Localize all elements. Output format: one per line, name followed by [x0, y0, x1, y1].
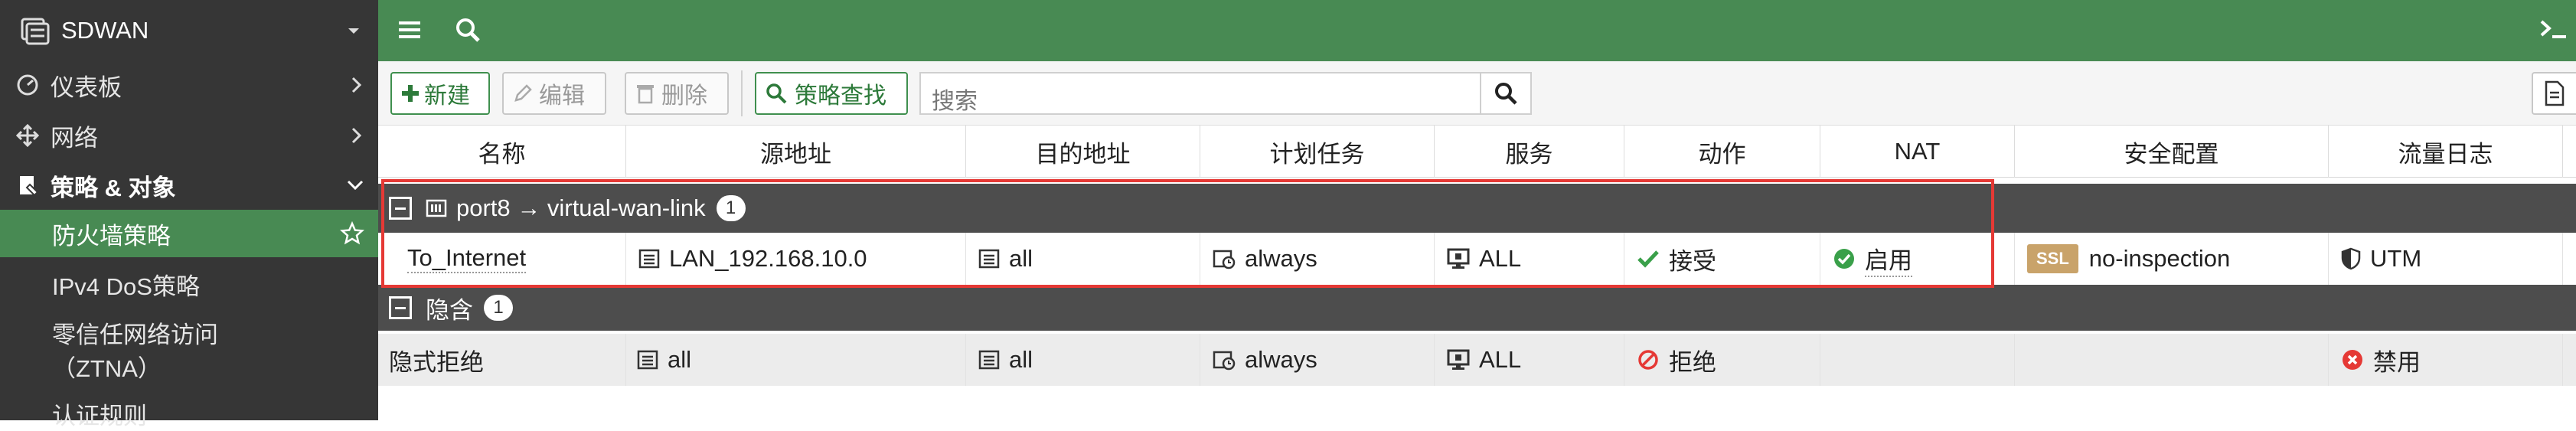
- column-header-nat[interactable]: NAT: [1820, 126, 2015, 178]
- cell-destination: all: [966, 334, 1200, 386]
- table-empty-area: [378, 386, 2576, 420]
- delete-button-label: 删除: [661, 83, 707, 109]
- sidebar-item-label: 仪表板: [51, 73, 122, 101]
- app-name: SDWAN: [61, 17, 149, 44]
- collapse-icon[interactable]: [389, 296, 412, 319]
- sidebar-item-label: 零信任网络访问: [52, 321, 218, 348]
- star-icon[interactable]: [340, 221, 364, 246]
- group-count-badge: 1: [484, 295, 513, 321]
- cell-security: [2015, 334, 2329, 386]
- ssl-badge: SSL: [2027, 244, 2078, 273]
- edit-button[interactable]: 编辑: [502, 72, 606, 115]
- shield-icon: [2341, 247, 2361, 270]
- sidebar-item-ztna-line2[interactable]: （ZTNA）: [0, 349, 378, 383]
- column-header-destination[interactable]: 目的地址: [966, 126, 1200, 178]
- table-header: 名称 源地址 目的地址 计划任务 服务 动作 NAT 安全配置 流量日志: [378, 126, 2576, 178]
- search-button[interactable]: [1480, 73, 1530, 113]
- search-icon[interactable]: [455, 17, 481, 43]
- policy-lookup-button[interactable]: 策略查找: [755, 72, 908, 115]
- sidebar-item-auth-rules[interactable]: 认证规则: [0, 397, 378, 430]
- group-title: 隐含: [426, 296, 473, 324]
- sidebar-item-firewall-policy[interactable]: 防火墙策略: [0, 210, 378, 257]
- address-icon: [978, 350, 1000, 370]
- cell-log: UTM: [2329, 233, 2563, 285]
- column-header-service[interactable]: 服务: [1435, 126, 1624, 178]
- column-header-name[interactable]: 名称: [378, 126, 626, 178]
- top-bar: [378, 0, 2576, 61]
- chevron-down-icon: [347, 180, 364, 191]
- edit-button-label: 编辑: [539, 83, 585, 109]
- search-icon: [766, 83, 787, 104]
- sidebar-item-label: 认证规则: [52, 402, 147, 429]
- cell-action: 拒绝: [1624, 334, 1820, 386]
- sidebar-item-dashboard[interactable]: 仪表板: [0, 61, 378, 109]
- sidebar-item-label: 网络: [51, 124, 98, 152]
- new-button-label: 新建: [424, 83, 470, 109]
- new-button[interactable]: 新建: [390, 72, 490, 115]
- sidebar-item-ztna[interactable]: 零信任网络访问: [0, 315, 378, 349]
- action-value: 拒绝: [1669, 348, 1716, 376]
- search-placeholder: 搜索: [932, 89, 978, 114]
- toolbar-divider: [741, 70, 743, 116]
- deny-icon: [1638, 350, 1658, 370]
- export-button[interactable]: [2532, 72, 2576, 115]
- sidebar-item-ipv4-dos[interactable]: IPv4 DoS策略: [0, 260, 378, 308]
- document-icon: [2545, 80, 2565, 106]
- column-header-action[interactable]: 动作: [1624, 126, 1820, 178]
- search-icon: [1495, 83, 1517, 105]
- table-row[interactable]: 隐式拒绝 all all always ALL 拒绝 禁用: [378, 334, 2576, 386]
- highlight-box: [381, 179, 1994, 288]
- chevron-right-icon: [351, 77, 362, 93]
- search-input[interactable]: 搜索: [919, 72, 1532, 115]
- schedule-icon: [1213, 351, 1236, 371]
- column-header-schedule[interactable]: 计划任务: [1200, 126, 1435, 178]
- menu-icon[interactable]: [397, 17, 423, 43]
- schedule-value: always: [1245, 346, 1317, 373]
- sidebar-item-network[interactable]: 网络: [0, 112, 378, 159]
- cell-log: 禁用: [2329, 334, 2563, 386]
- app-header[interactable]: SDWAN: [0, 0, 378, 61]
- service-value: ALL: [1479, 346, 1522, 373]
- address-icon: [637, 350, 658, 370]
- dashboard-icon: [15, 73, 40, 97]
- column-header-security[interactable]: 安全配置: [2015, 126, 2329, 178]
- cell-security: SSL no-inspection: [2015, 233, 2329, 285]
- caret-down-icon[interactable]: [346, 23, 361, 38]
- column-header-log[interactable]: 流量日志: [2329, 126, 2563, 178]
- service-icon: [1447, 349, 1470, 370]
- security-value[interactable]: no-inspection: [2089, 245, 2230, 273]
- delete-button[interactable]: 删除: [625, 72, 729, 115]
- policy-icon: [15, 173, 40, 198]
- cell-nat: [1820, 334, 2015, 386]
- column-header-source[interactable]: 源地址: [626, 126, 966, 178]
- sidebar: SDWAN 仪表板 网络 策略 & 对象 防火墙策略 IPv4 DoS策略 零信…: [0, 0, 378, 429]
- log-value: 禁用: [2373, 348, 2421, 376]
- cell-schedule: always: [1200, 334, 1435, 386]
- cell-service: ALL: [1435, 334, 1624, 386]
- sidebar-item-label: IPv4 DoS策略: [52, 273, 200, 300]
- cell-name: 隐式拒绝: [378, 334, 626, 386]
- policy-lookup-label: 策略查找: [795, 83, 886, 109]
- network-icon: [15, 123, 40, 148]
- destination-value: all: [1009, 346, 1033, 373]
- sidebar-item-label: 防火墙策略: [52, 222, 171, 250]
- policy-name: 隐式拒绝: [389, 348, 484, 376]
- log-value: UTM: [2370, 245, 2422, 272]
- implicit-group-header[interactable]: 隐含 1: [378, 285, 2576, 331]
- chevron-right-icon: [351, 127, 362, 144]
- plus-icon: [402, 85, 419, 102]
- sidebar-item-label: 策略 & 对象: [51, 174, 176, 201]
- pencil-icon: [514, 84, 532, 102]
- trash-icon: [637, 85, 654, 104]
- sidebar-item-label: （ZTNA）: [52, 354, 162, 382]
- device-icon: [21, 18, 50, 45]
- cli-console-icon[interactable]: [2538, 17, 2569, 43]
- cell-source: all: [626, 334, 966, 386]
- sidebar-item-policy-objects[interactable]: 策略 & 对象: [0, 161, 378, 210]
- x-circle-icon: [2343, 350, 2362, 370]
- source-value: all: [668, 346, 692, 373]
